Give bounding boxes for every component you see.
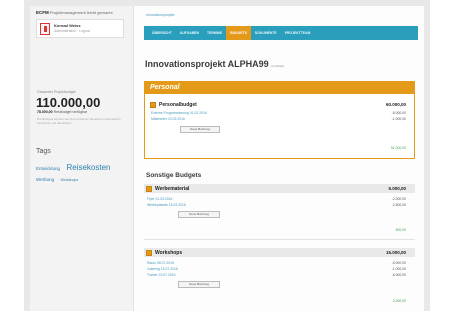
booking-amount: -2.500,00 <box>391 203 406 207</box>
new-booking-button[interactable]: Neue Buchung <box>178 211 220 218</box>
tab-overview[interactable]: ÜBERSICHT <box>148 26 176 40</box>
werbematerial-checkbox[interactable] <box>146 186 152 192</box>
tag-cloud: Entwicklung Reisekosten Werbung Workshop… <box>36 162 132 184</box>
booking-amount: -1.000,00 <box>391 267 406 271</box>
booking-line[interactable]: Raum 08.07.2016 <box>147 261 174 265</box>
new-booking-button[interactable]: Neue Buchung <box>178 281 220 288</box>
booking-line[interactable]: Trainer 20.07.2016 <box>147 273 176 277</box>
page-title-status: (in Arbeit) <box>271 64 285 68</box>
breadcrumb[interactable]: Innovationsprojekt <box>146 13 174 17</box>
booking-line[interactable]: Flyer 01.03.2016 <box>147 197 172 201</box>
main-nav: ÜBERSICHT AUFGABEN TERMINE BUDGETS DOKUM… <box>144 26 418 40</box>
workshops-rest-amount: 3.000,00 <box>392 299 406 303</box>
budget-rest-label: Restbudget verfügbar <box>53 110 88 114</box>
booking-line[interactable]: Werbeplakate 15.03.2016 <box>147 203 186 207</box>
tab-documents[interactable]: DOKUMENTE <box>251 26 281 40</box>
personal-rest-amount: 51.000,00 <box>390 146 406 150</box>
tags-title: Tags <box>36 148 51 155</box>
logo-tagline: Projektmanagement leicht gemacht <box>49 10 113 15</box>
budget-note: Die Budgets werden aus den einzelnen Ber… <box>37 117 121 125</box>
personal-heading: Personal <box>145 82 414 94</box>
booking-line[interactable]: Externe Programmierung 01.02.2016 <box>151 111 207 115</box>
booking-amount: -6.000,00 <box>391 273 406 277</box>
booking-amount: -8.000,00 <box>391 111 406 115</box>
page-title-text: Innovationsprojekt ALPHA99 <box>145 59 269 69</box>
logo-name: ECFM <box>36 10 49 15</box>
tag-link[interactable]: Entwicklung <box>36 165 60 173</box>
tag-link[interactable]: Reisekosten <box>66 164 110 172</box>
booking-line[interactable]: Mitarbeiter 23.03.2016 <box>151 117 185 121</box>
booking-amount: -2.000,00 <box>391 197 406 201</box>
tab-appointments[interactable]: TERMINE <box>203 26 226 40</box>
workshops-checkbox[interactable] <box>146 250 152 256</box>
workshops-header <box>144 248 415 257</box>
sidebar: ECFM Projektmanagement leicht gemacht Ko… <box>30 6 134 311</box>
budget-rest: 78.000,00 Restbudget verfügbar <box>37 110 87 114</box>
tab-team[interactable]: PROJEKTTEAM <box>281 26 315 40</box>
tag-link[interactable]: Workshops <box>61 176 78 184</box>
tab-tasks[interactable]: AUFGABEN <box>176 26 203 40</box>
personalbudget-checkbox[interactable] <box>150 102 156 108</box>
user-name: Konrad Weiss <box>54 23 81 28</box>
workshops-title: Workshops <box>155 250 183 256</box>
user-subtitle[interactable]: Administration · Logout <box>54 29 90 33</box>
werbematerial-amount: 5.000,00 <box>388 186 406 191</box>
booking-line[interactable]: Catering 15.07.2016 <box>147 267 178 271</box>
new-booking-button[interactable]: Neue Buchung <box>180 126 220 133</box>
booking-amount: -5.000,00 <box>391 261 406 265</box>
budget-total-value: 110.000,00 <box>36 95 101 110</box>
personalbudget-amount: 60.000,00 <box>385 102 406 107</box>
werbematerial-title: Werbematerial <box>155 186 190 192</box>
werbematerial-rest-amount: 500,00 <box>395 228 406 232</box>
tab-budgets[interactable]: BUDGETS <box>226 26 251 40</box>
other-budgets-title: Sonstige Budgets <box>146 172 202 179</box>
screen: ECFM Projektmanagement leicht gemacht Ko… <box>30 6 424 311</box>
booking-amount: -1.000,00 <box>391 117 406 121</box>
app-logo[interactable]: ECFM Projektmanagement leicht gemacht <box>36 10 113 15</box>
user-card[interactable]: Konrad Weiss Administration · Logout <box>36 19 124 38</box>
avatar <box>40 23 50 35</box>
workshops-amount: 15.000,00 <box>385 250 406 255</box>
budget-total-label: Gesamtes Projektbudget <box>37 90 76 94</box>
divider <box>144 239 415 240</box>
budget-rest-value: 78.000,00 <box>37 110 53 114</box>
page-title: Innovationsprojekt ALPHA99 (in Arbeit) <box>145 59 284 69</box>
tag-link[interactable]: Werbung <box>36 176 54 184</box>
personalbudget-title: Personalbudget <box>159 102 197 108</box>
